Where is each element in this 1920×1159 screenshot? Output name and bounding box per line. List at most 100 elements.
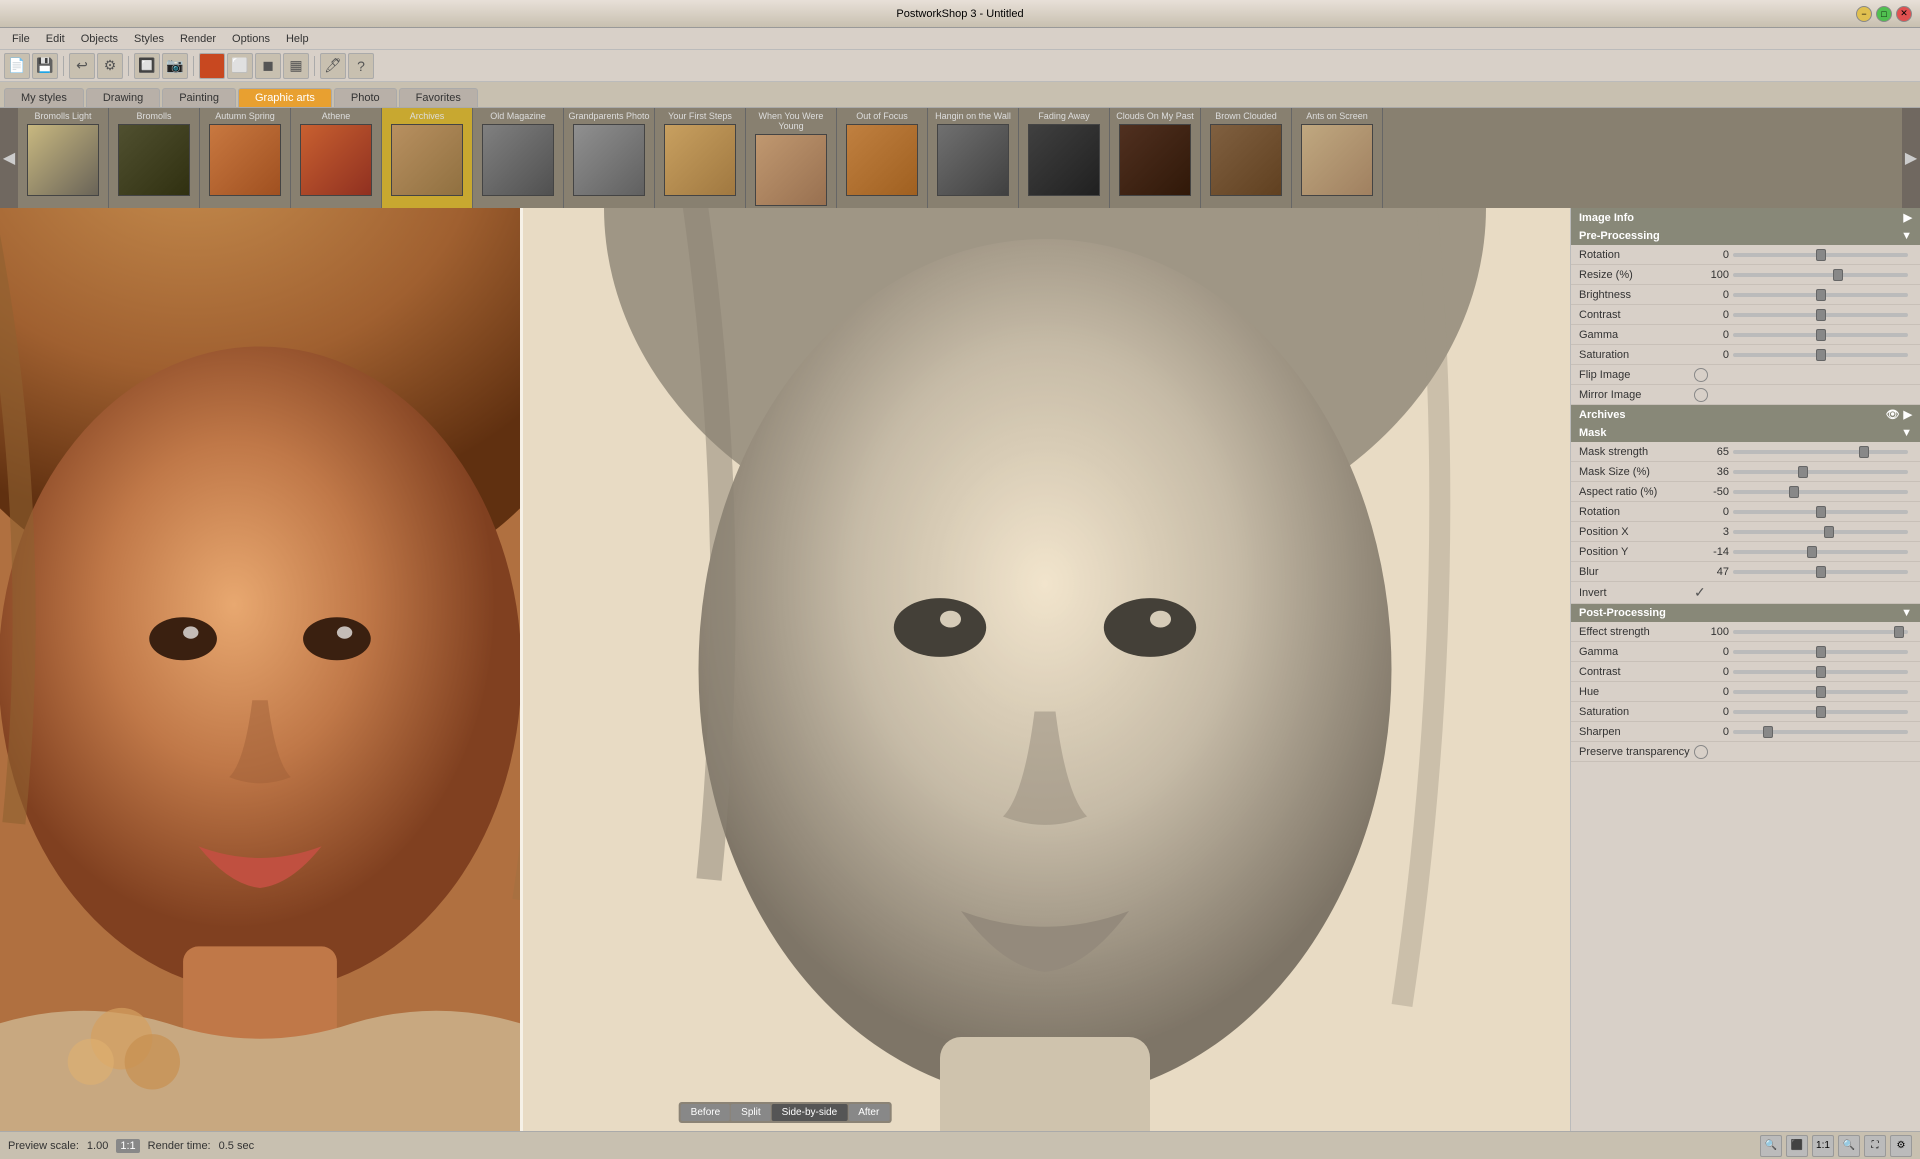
menu-options[interactable]: Options <box>224 31 278 47</box>
hue-slider[interactable] <box>1733 690 1908 694</box>
zoom-in-button[interactable]: 🔍 <box>1838 1135 1860 1157</box>
save-button[interactable]: 💾 <box>32 53 58 79</box>
post-processing-header[interactable]: Post-Processing ▼ <box>1571 604 1920 622</box>
archives-header[interactable]: Archives 👁 ▶ <box>1571 405 1920 424</box>
minimize-button[interactable]: − <box>1856 6 1872 22</box>
color1-button[interactable] <box>199 53 225 79</box>
rotation-slider[interactable] <box>1733 253 1908 257</box>
color3-button[interactable]: ◼ <box>255 53 281 79</box>
aspect-ratio-slider[interactable] <box>1733 490 1908 494</box>
menu-render[interactable]: Render <box>172 31 224 47</box>
effect-strength-thumb[interactable] <box>1894 626 1904 638</box>
contrast-post-thumb[interactable] <box>1816 666 1826 678</box>
color2-button[interactable]: ⬜ <box>227 53 253 79</box>
tab-graphic-arts[interactable]: Graphic arts <box>238 88 332 107</box>
view-split-button[interactable]: Split <box>731 1104 770 1121</box>
help-button[interactable]: ? <box>348 53 374 79</box>
gamma-pre-thumb[interactable] <box>1816 329 1826 341</box>
zoom-out-button[interactable]: 🔍 <box>1760 1135 1782 1157</box>
tab-painting[interactable]: Painting <box>162 88 236 107</box>
contrast-pre-slider[interactable] <box>1733 313 1908 317</box>
saturation-post-thumb[interactable] <box>1816 706 1826 718</box>
mask-rotation-slider[interactable] <box>1733 510 1908 514</box>
saturation-pre-thumb[interactable] <box>1816 349 1826 361</box>
pen-button[interactable]: 🖊 <box>320 53 346 79</box>
filter-ants-on-screen[interactable]: Ants on Screen <box>1292 108 1383 208</box>
view-after-button[interactable]: After <box>848 1104 889 1121</box>
filter-grandparents-photo[interactable]: Grandparents Photo <box>564 108 655 208</box>
tab-my-styles[interactable]: My styles <box>4 88 84 107</box>
filter-athene[interactable]: Athene <box>291 108 382 208</box>
saturation-pre-slider[interactable] <box>1733 353 1908 357</box>
mask-rotation-thumb[interactable] <box>1816 506 1826 518</box>
filter-hangin-on-wall[interactable]: Hangin on the Wall <box>928 108 1019 208</box>
archives-expand-icon[interactable]: ▶ <box>1904 408 1912 421</box>
aspect-ratio-thumb[interactable] <box>1789 486 1799 498</box>
menu-help[interactable]: Help <box>278 31 317 47</box>
position-x-slider[interactable] <box>1733 530 1908 534</box>
invert-checkmark[interactable]: ✓ <box>1694 584 1706 601</box>
new-button[interactable]: 📄 <box>4 53 30 79</box>
menu-styles[interactable]: Styles <box>126 31 172 47</box>
sharpen-slider[interactable] <box>1733 730 1908 734</box>
filter-next[interactable]: ▶ <box>1902 108 1920 208</box>
effect-strength-slider[interactable] <box>1733 630 1908 634</box>
gamma-post-slider[interactable] <box>1733 650 1908 654</box>
filter-old-magazine[interactable]: Old Magazine <box>473 108 564 208</box>
brightness-thumb[interactable] <box>1816 289 1826 301</box>
gamma-pre-slider[interactable] <box>1733 333 1908 337</box>
filter-autumn-spring[interactable]: Autumn Spring <box>200 108 291 208</box>
blur-slider[interactable] <box>1733 570 1908 574</box>
filter-archives[interactable]: Archives <box>382 108 473 208</box>
gamma-post-thumb[interactable] <box>1816 646 1826 658</box>
tab-photo[interactable]: Photo <box>334 88 397 107</box>
saturation-post-slider[interactable] <box>1733 710 1908 714</box>
blur-thumb[interactable] <box>1816 566 1826 578</box>
view-side-by-side-button[interactable]: Side-by-side <box>772 1104 848 1121</box>
settings-panel-button[interactable]: ⚙ <box>1890 1135 1912 1157</box>
mask-size-thumb[interactable] <box>1798 466 1808 478</box>
scale-ratio[interactable]: 1:1 <box>116 1139 139 1153</box>
resize-slider[interactable] <box>1733 273 1908 277</box>
sharpen-thumb[interactable] <box>1763 726 1773 738</box>
mask-strength-slider[interactable] <box>1733 450 1908 454</box>
menu-objects[interactable]: Objects <box>73 31 126 47</box>
capture-button[interactable]: 📷 <box>162 53 188 79</box>
select-button[interactable]: 🔲 <box>134 53 160 79</box>
hue-thumb[interactable] <box>1816 686 1826 698</box>
filter-prev[interactable]: ◀ <box>0 108 18 208</box>
settings-button[interactable]: ⚙ <box>97 53 123 79</box>
archives-eye-icon[interactable]: 👁 <box>1886 408 1900 421</box>
menu-file[interactable]: File <box>4 31 38 47</box>
close-button[interactable]: ✕ <box>1896 6 1912 22</box>
tab-drawing[interactable]: Drawing <box>86 88 160 107</box>
maximize-button[interactable]: □ <box>1876 6 1892 22</box>
rotation-thumb[interactable] <box>1816 249 1826 261</box>
preserve-transparency-checkbox[interactable] <box>1694 745 1708 759</box>
filter-fading-away[interactable]: Fading Away <box>1019 108 1110 208</box>
contrast-post-slider[interactable] <box>1733 670 1908 674</box>
mask-header[interactable]: Mask ▼ <box>1571 424 1920 442</box>
filter-out-of-focus[interactable]: Out of Focus <box>837 108 928 208</box>
position-y-slider[interactable] <box>1733 550 1908 554</box>
menu-edit[interactable]: Edit <box>38 31 73 47</box>
resize-thumb[interactable] <box>1833 269 1843 281</box>
filter-when-you-were-young[interactable]: When You Were Young <box>746 108 837 208</box>
fit-button[interactable]: ⬛ <box>1786 1135 1808 1157</box>
image-info-header[interactable]: Image Info ▶ <box>1571 208 1920 227</box>
flip-image-checkbox[interactable] <box>1694 368 1708 382</box>
view-before-button[interactable]: Before <box>681 1104 730 1121</box>
position-y-thumb[interactable] <box>1807 546 1817 558</box>
filter-bromolls-light[interactable]: Bromolls Light <box>18 108 109 208</box>
tab-favorites[interactable]: Favorites <box>399 88 478 107</box>
filter-brown-clouded[interactable]: Brown Clouded <box>1201 108 1292 208</box>
pre-processing-header[interactable]: Pre-Processing ▼ <box>1571 227 1920 245</box>
filter-clouds-on-my-past[interactable]: Clouds On My Past <box>1110 108 1201 208</box>
split-divider[interactable] <box>520 208 523 1131</box>
mirror-image-checkbox[interactable] <box>1694 388 1708 402</box>
zoom-100-button[interactable]: 1:1 <box>1812 1135 1834 1157</box>
mask-strength-thumb[interactable] <box>1859 446 1869 458</box>
color4-button[interactable]: ▦ <box>283 53 309 79</box>
brightness-slider[interactable] <box>1733 293 1908 297</box>
mask-size-slider[interactable] <box>1733 470 1908 474</box>
